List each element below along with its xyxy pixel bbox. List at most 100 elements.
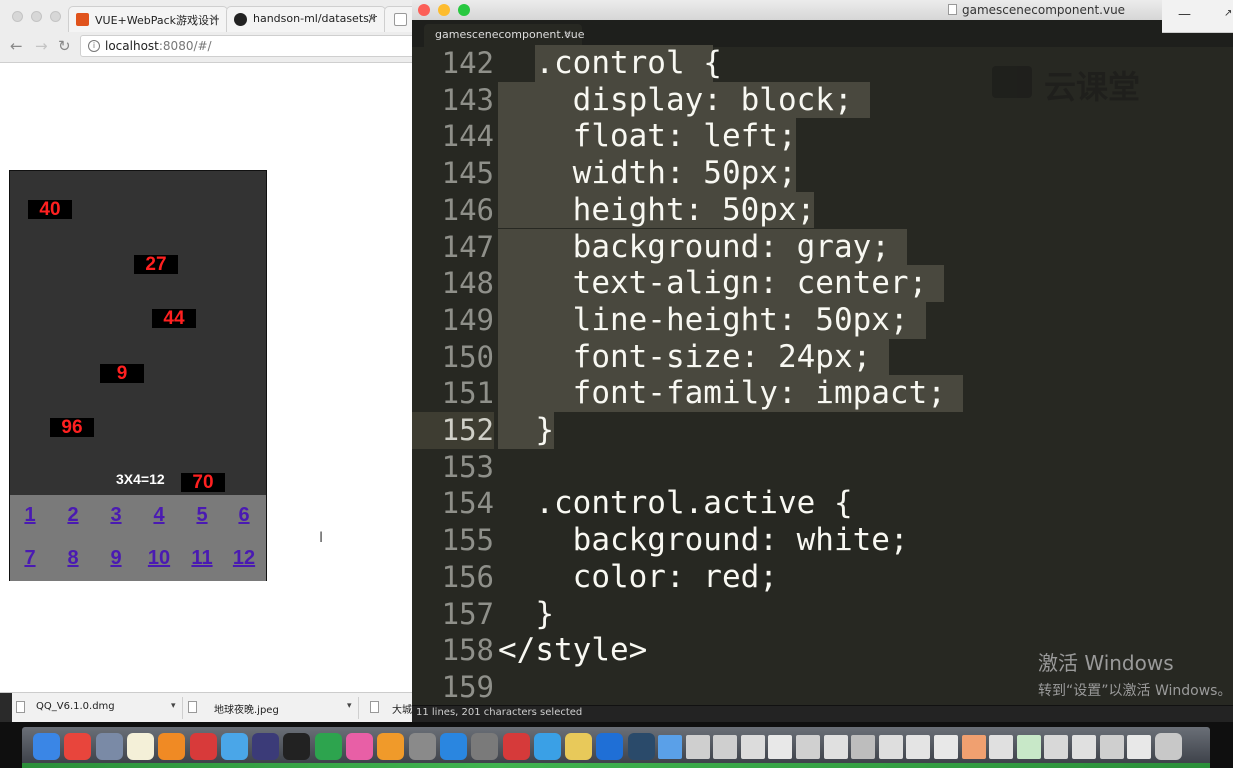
tab-gamescenecomponent[interactable]: gamescenecomponent.vue × (424, 24, 584, 47)
back-button[interactable]: ← (10, 38, 23, 54)
window-thumbnail-icon[interactable] (1044, 735, 1069, 759)
quicktime-icon[interactable] (627, 733, 655, 760)
launchpad-icon[interactable] (95, 733, 123, 760)
system-preferences-icon[interactable] (471, 733, 499, 760)
download-item[interactable]: 地球夜晚.jpeg ▾ (186, 697, 359, 719)
pdf-icon[interactable] (502, 733, 530, 760)
close-tab-icon[interactable]: × (563, 27, 572, 40)
ibooks-icon[interactable] (377, 733, 405, 760)
chrome-icon[interactable] (64, 733, 92, 760)
control-button[interactable]: 5 (182, 504, 222, 527)
expand-icon[interactable]: ↗ (1224, 8, 1232, 19)
code-line[interactable]: 152 } (412, 412, 1233, 449)
control-button[interactable]: 10 (139, 547, 179, 570)
control-button[interactable]: 9 (96, 547, 136, 570)
window-thumbnail-icon[interactable] (1099, 735, 1124, 759)
code-line[interactable]: 145 width: 50px; (412, 155, 1233, 192)
window-thumbnail-icon[interactable] (934, 735, 958, 759)
github-icon (234, 13, 247, 26)
zoom-window-button[interactable] (458, 4, 470, 16)
code-line[interactable]: 151 font-family: impact; (412, 375, 1233, 412)
code-line[interactable]: 148 text-align: center; (412, 265, 1233, 302)
window-thumbnail-icon[interactable] (796, 735, 820, 759)
window-thumbnail-icon[interactable] (989, 735, 1014, 759)
code-text: </style> (498, 632, 648, 669)
code-line[interactable]: 149 line-height: 50px; (412, 301, 1233, 339)
folder-icon[interactable] (565, 733, 593, 760)
number-bubble[interactable]: 40 (28, 200, 72, 219)
trash-icon[interactable] (1154, 733, 1182, 760)
code-line[interactable]: 150 font-size: 24px; (412, 338, 1233, 376)
pokeball-icon[interactable] (189, 733, 217, 760)
code-line[interactable]: 157 } (412, 596, 1233, 633)
line-number: 148 (441, 266, 494, 301)
url-text: localhost:8080/#/ (105, 39, 212, 53)
finder-icon[interactable] (33, 733, 60, 760)
download-item[interactable]: QQ_V6.1.0.dmg ▾ (14, 697, 183, 719)
close-window-button[interactable] (418, 4, 430, 16)
download-item[interactable]: 大城 (368, 697, 412, 719)
notes-icon[interactable] (126, 733, 154, 760)
spinner-icon[interactable] (314, 733, 342, 760)
window-thumbnail-icon[interactable] (878, 735, 903, 759)
window-thumbnail-icon[interactable] (823, 735, 848, 759)
code-line[interactable]: 154 .control.active { (412, 485, 1233, 522)
itunes-icon[interactable] (346, 733, 373, 760)
control-button[interactable]: 2 (53, 504, 93, 527)
control-button[interactable]: 11 (182, 547, 222, 570)
window-thumbnail-icon[interactable] (906, 735, 931, 759)
teamviewer-icon[interactable] (596, 733, 624, 760)
number-bubble[interactable]: 70 (181, 473, 225, 492)
document-icon (948, 4, 957, 15)
code-line[interactable]: 155 background: white; (412, 522, 1233, 559)
code-area[interactable]: 142 .control {143 display: block; 144 flo… (412, 45, 1233, 705)
safari-icon[interactable] (439, 733, 467, 760)
number-bubble[interactable]: 44 (152, 309, 196, 328)
control-button[interactable]: 7 (10, 547, 50, 570)
window-thumbnail-icon[interactable] (1016, 735, 1041, 759)
window-thumbnail-icon[interactable] (685, 735, 710, 759)
code-line[interactable]: 156 color: red; (412, 559, 1233, 596)
eclipse-icon[interactable] (252, 733, 280, 760)
forward-button[interactable]: → (35, 38, 48, 54)
weather-icon[interactable] (220, 733, 248, 760)
number-bubble[interactable]: 9 (100, 364, 144, 383)
minimize-button[interactable]: — (1178, 7, 1191, 22)
zoom-window-button[interactable] (50, 11, 61, 22)
control-button[interactable]: 8 (53, 547, 93, 570)
folder-icon[interactable] (658, 735, 682, 759)
terminal-icon[interactable] (283, 733, 311, 760)
code-line[interactable]: 147 background: gray; (412, 228, 1233, 266)
close-tab-icon[interactable]: × (367, 11, 377, 25)
sublime-text-icon[interactable] (158, 733, 186, 760)
reload-button[interactable]: ↻ (58, 38, 71, 54)
tab-handson-ml[interactable]: handson-ml/datasets/h × (226, 6, 386, 32)
window-thumbnail-icon[interactable] (713, 735, 738, 759)
code-line[interactable]: 144 float: left; (412, 118, 1233, 156)
number-bubble[interactable]: 96 (50, 418, 94, 437)
window-thumbnail-icon[interactable] (961, 735, 986, 759)
minimize-window-button[interactable] (438, 4, 450, 16)
control-button[interactable]: 4 (139, 504, 179, 527)
windows-icon[interactable] (533, 733, 561, 760)
tab-vue-webpack[interactable]: VUE+WebPack游戏设计 × (68, 6, 228, 32)
address-bar[interactable]: i localhost:8080/#/ (80, 35, 420, 57)
control-button[interactable]: 12 (224, 547, 264, 570)
code-line[interactable]: 146 height: 50px; (412, 191, 1233, 229)
window-thumbnail-icon[interactable] (768, 735, 793, 759)
number-bubble[interactable]: 27 (134, 255, 178, 274)
minimize-window-button[interactable] (31, 11, 42, 22)
window-thumbnail-icon[interactable] (740, 735, 765, 759)
preview-icon[interactable] (408, 733, 436, 760)
control-button[interactable]: 1 (10, 504, 50, 527)
chevron-down-icon[interactable]: ▾ (171, 701, 176, 711)
control-button[interactable]: 6 (224, 504, 264, 527)
window-thumbnail-icon[interactable] (1127, 735, 1152, 759)
control-button[interactable]: 3 (96, 504, 136, 527)
close-tab-icon[interactable]: × (209, 11, 219, 25)
window-thumbnail-icon[interactable] (1072, 735, 1096, 759)
window-thumbnail-icon[interactable] (851, 735, 876, 759)
code-line[interactable]: 153 (412, 449, 1233, 486)
chevron-down-icon[interactable]: ▾ (347, 701, 352, 711)
close-window-button[interactable] (12, 11, 23, 22)
